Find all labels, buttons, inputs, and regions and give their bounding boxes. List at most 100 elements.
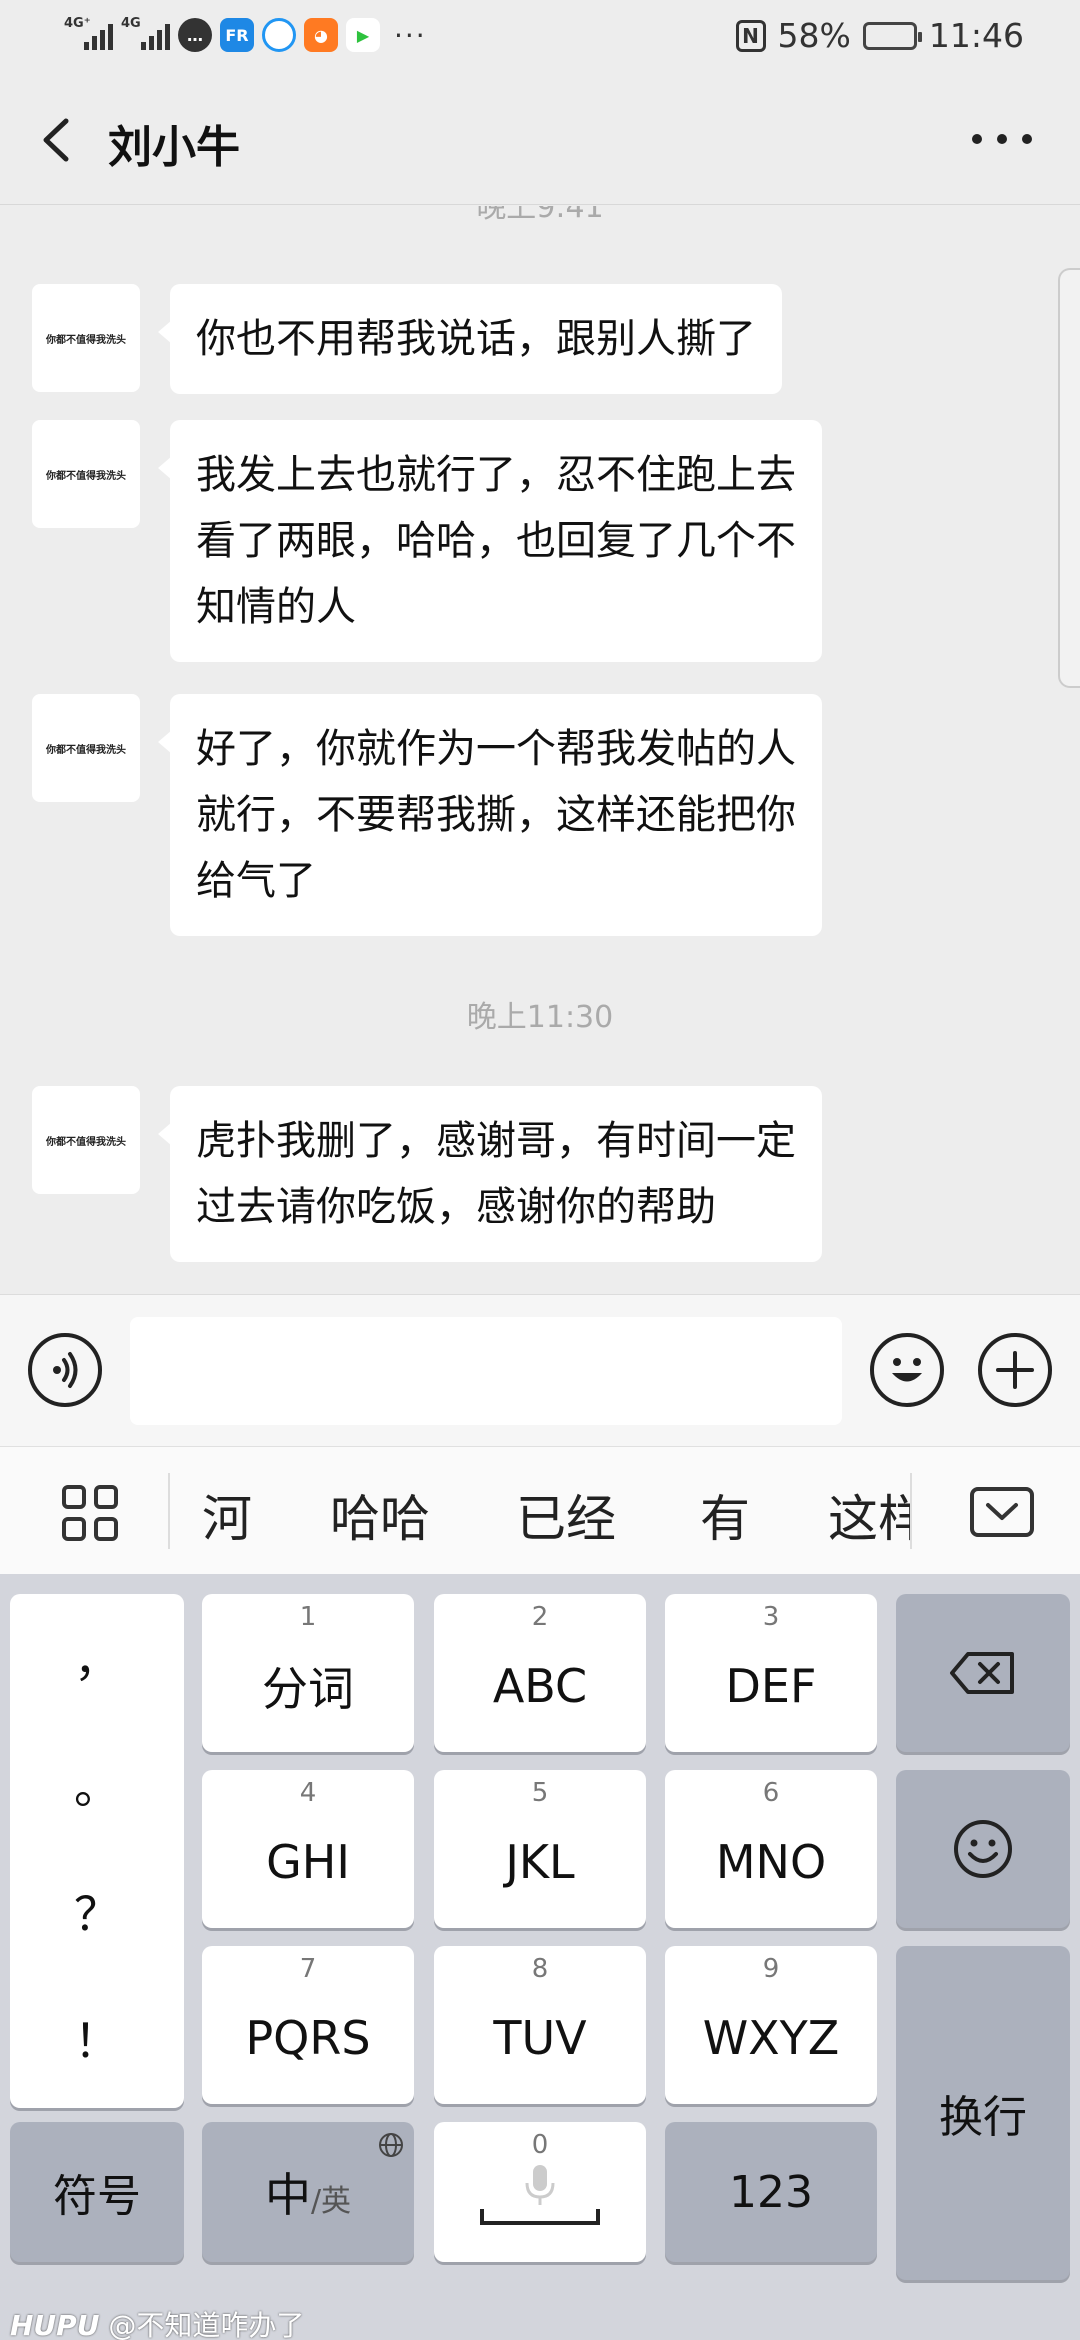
watermark-user: @不知道咋办了 bbox=[108, 2309, 305, 2340]
symbols-label: 符号 bbox=[53, 2171, 141, 2222]
candidate-word[interactable]: 哈哈 bbox=[330, 1479, 430, 1551]
clock: 11:46 bbox=[928, 16, 1024, 55]
key-number: 1 bbox=[299, 1602, 317, 1632]
key-8[interactable]: 8 TUV bbox=[434, 1946, 646, 2104]
numbers-key[interactable]: 123 bbox=[665, 2122, 877, 2262]
candidate-word[interactable]: 这样 bbox=[828, 1479, 910, 1551]
status-right: N 58% 11:46 bbox=[735, 16, 1024, 55]
status-left: 4G⁺ 4G … FR ◕ ▶ ··· bbox=[64, 16, 427, 52]
more-options-button[interactable] bbox=[972, 115, 1032, 163]
signal-icon: 4G⁺ bbox=[64, 16, 113, 50]
timestamp: 晚上9:41 bbox=[476, 206, 604, 225]
key-question[interactable]: ？ bbox=[10, 1851, 184, 1978]
chat-header: 刘小牛 bbox=[0, 75, 1080, 205]
key-exclaim[interactable]: ！ bbox=[10, 1978, 184, 2105]
back-button[interactable] bbox=[34, 115, 78, 165]
chat-area[interactable]: 晚上9:41 你都不值得我洗头 你也不用帮我说话，跟别人撕了 你都不值得我洗头 … bbox=[0, 206, 1080, 1294]
backspace-key[interactable] bbox=[896, 1594, 1070, 1752]
candidate-word[interactable]: 已经 bbox=[516, 1479, 616, 1551]
message-text: 好了，你就作为一个帮我发帖的人 bbox=[196, 726, 796, 772]
key-comma[interactable]: ， bbox=[10, 1597, 184, 1724]
key-label: MNO bbox=[715, 1835, 827, 1889]
network-type-label: 4G⁺ bbox=[64, 16, 91, 31]
browser-icon bbox=[262, 18, 296, 52]
avatar[interactable]: 你都不值得我洗头 bbox=[32, 420, 140, 528]
message-text: 过去请你吃饭，感谢你的帮助 bbox=[196, 1184, 716, 1230]
avatar[interactable]: 你都不值得我洗头 bbox=[32, 284, 140, 392]
punctuation-column[interactable]: ， 。 ？ ！ bbox=[10, 1594, 184, 2108]
symbols-key[interactable]: 符号 bbox=[10, 2122, 184, 2262]
key-number: 4 bbox=[299, 1778, 317, 1808]
voice-icon bbox=[53, 1352, 78, 1388]
smiley-icon bbox=[892, 1358, 922, 1382]
chevron-down-icon bbox=[986, 1503, 1018, 1520]
collapse-keyboard-button[interactable] bbox=[970, 1487, 1034, 1537]
key-4[interactable]: 4 GHI bbox=[202, 1770, 414, 1928]
candidate-word[interactable]: 河 bbox=[202, 1479, 252, 1551]
more-dot-icon bbox=[997, 134, 1007, 144]
key-period[interactable]: 。 bbox=[10, 1724, 184, 1851]
enter-label: 换行 bbox=[939, 2092, 1027, 2143]
watermark-bar: HUPU @不知道咋办了 bbox=[0, 2304, 1080, 2340]
emoji-button[interactable] bbox=[870, 1333, 944, 1407]
smiley-icon bbox=[954, 1820, 1012, 1878]
key-number: 9 bbox=[762, 1954, 780, 1984]
message-text: 虎扑我删了，感谢哥，有时间一定 bbox=[196, 1118, 796, 1164]
avatar[interactable]: 你都不值得我洗头 bbox=[32, 694, 140, 802]
keyboard-menu-icon[interactable] bbox=[62, 1485, 118, 1541]
key-9[interactable]: 9 WXYZ bbox=[665, 1946, 877, 2104]
more-functions-button[interactable] bbox=[978, 1333, 1052, 1407]
backspace-icon bbox=[950, 1652, 1014, 1694]
candidate-list: 河 哈哈 已经 有 这样 bbox=[170, 1447, 910, 1575]
emoji-key[interactable] bbox=[896, 1770, 1070, 1928]
key-6[interactable]: 6 MNO bbox=[665, 1770, 877, 1928]
key-7[interactable]: 7 PQRS bbox=[202, 1946, 414, 2104]
signal-icon-2: 4G bbox=[121, 16, 170, 50]
key-1[interactable]: 1 分词 bbox=[202, 1594, 414, 1752]
language-switch-key[interactable]: 中/英 bbox=[202, 2122, 414, 2262]
lang-sub: /英 bbox=[310, 2184, 352, 2219]
timestamp: 晚上11:30 bbox=[466, 1000, 614, 1035]
message-bubble[interactable]: 我发上去也就行了，忍不住跑上去 看了两眼，哈哈，也回复了几个不 知情的人 bbox=[158, 420, 822, 662]
input-bar bbox=[0, 1294, 1080, 1446]
key-label: TUV bbox=[493, 2011, 587, 2065]
network-type-label-2: 4G bbox=[121, 16, 141, 31]
scroll-indicator[interactable] bbox=[1058, 268, 1080, 688]
key-label: 分词 bbox=[262, 1662, 354, 1716]
numbers-label: 123 bbox=[729, 2166, 813, 2218]
watermark: HUPU @不知道咋办了 bbox=[10, 2304, 304, 2340]
space-key[interactable]: 0 bbox=[434, 2122, 646, 2262]
message-bubble[interactable]: 好了，你就作为一个帮我发帖的人 就行，不要帮我撕，这样还能把你 给气了 bbox=[158, 694, 822, 936]
key-number: 5 bbox=[531, 1778, 549, 1808]
candidate-word[interactable]: 有 bbox=[700, 1479, 750, 1551]
candidate-bar: 河 哈哈 已经 有 这样 bbox=[0, 1446, 1080, 1574]
message-bubble[interactable]: 虎扑我删了，感谢哥，有时间一定 过去请你吃饭，感谢你的帮助 bbox=[158, 1086, 822, 1262]
chat-title: 刘小牛 bbox=[108, 122, 240, 173]
lang-main: 中 bbox=[264, 2168, 311, 2222]
key-number: 6 bbox=[762, 1778, 780, 1808]
avatar[interactable]: 你都不值得我洗头 bbox=[32, 1086, 140, 1194]
message-text: 给气了 bbox=[196, 858, 316, 904]
key-2[interactable]: 2 ABC bbox=[434, 1594, 646, 1752]
key-3[interactable]: 3 DEF bbox=[665, 1594, 877, 1752]
enter-key[interactable]: 换行 bbox=[896, 1946, 1070, 2280]
message-text: 看了两眼，哈哈，也回复了几个不 bbox=[196, 518, 796, 564]
key-number: 7 bbox=[299, 1954, 317, 1984]
key-5[interactable]: 5 JKL bbox=[434, 1770, 646, 1928]
key-label: GHI bbox=[266, 1835, 350, 1889]
divider bbox=[910, 1473, 912, 1549]
battery-percent: 58% bbox=[777, 16, 851, 55]
message-input[interactable] bbox=[130, 1317, 842, 1425]
message-text: 就行，不要帮我撕，这样还能把你 bbox=[196, 792, 796, 838]
voice-input-button[interactable] bbox=[28, 1333, 102, 1407]
watermark-brand: HUPU bbox=[10, 2309, 100, 2340]
key-number: 3 bbox=[762, 1602, 780, 1632]
key-number: 0 bbox=[531, 2130, 549, 2160]
keyboard: ， 。 ？ ！ 1 分词 2 ABC 3 DEF 4 GHI 5 JKL 6 M… bbox=[0, 1574, 1080, 2304]
message-text: 你也不用帮我说话，跟别人撕了 bbox=[196, 316, 756, 362]
key-label: ABC bbox=[492, 1659, 588, 1713]
key-number: 2 bbox=[531, 1602, 549, 1632]
nfc-icon: N bbox=[735, 19, 766, 52]
message-text: 知情的人 bbox=[196, 584, 356, 630]
message-bubble[interactable]: 你也不用帮我说话，跟别人撕了 bbox=[158, 284, 782, 394]
